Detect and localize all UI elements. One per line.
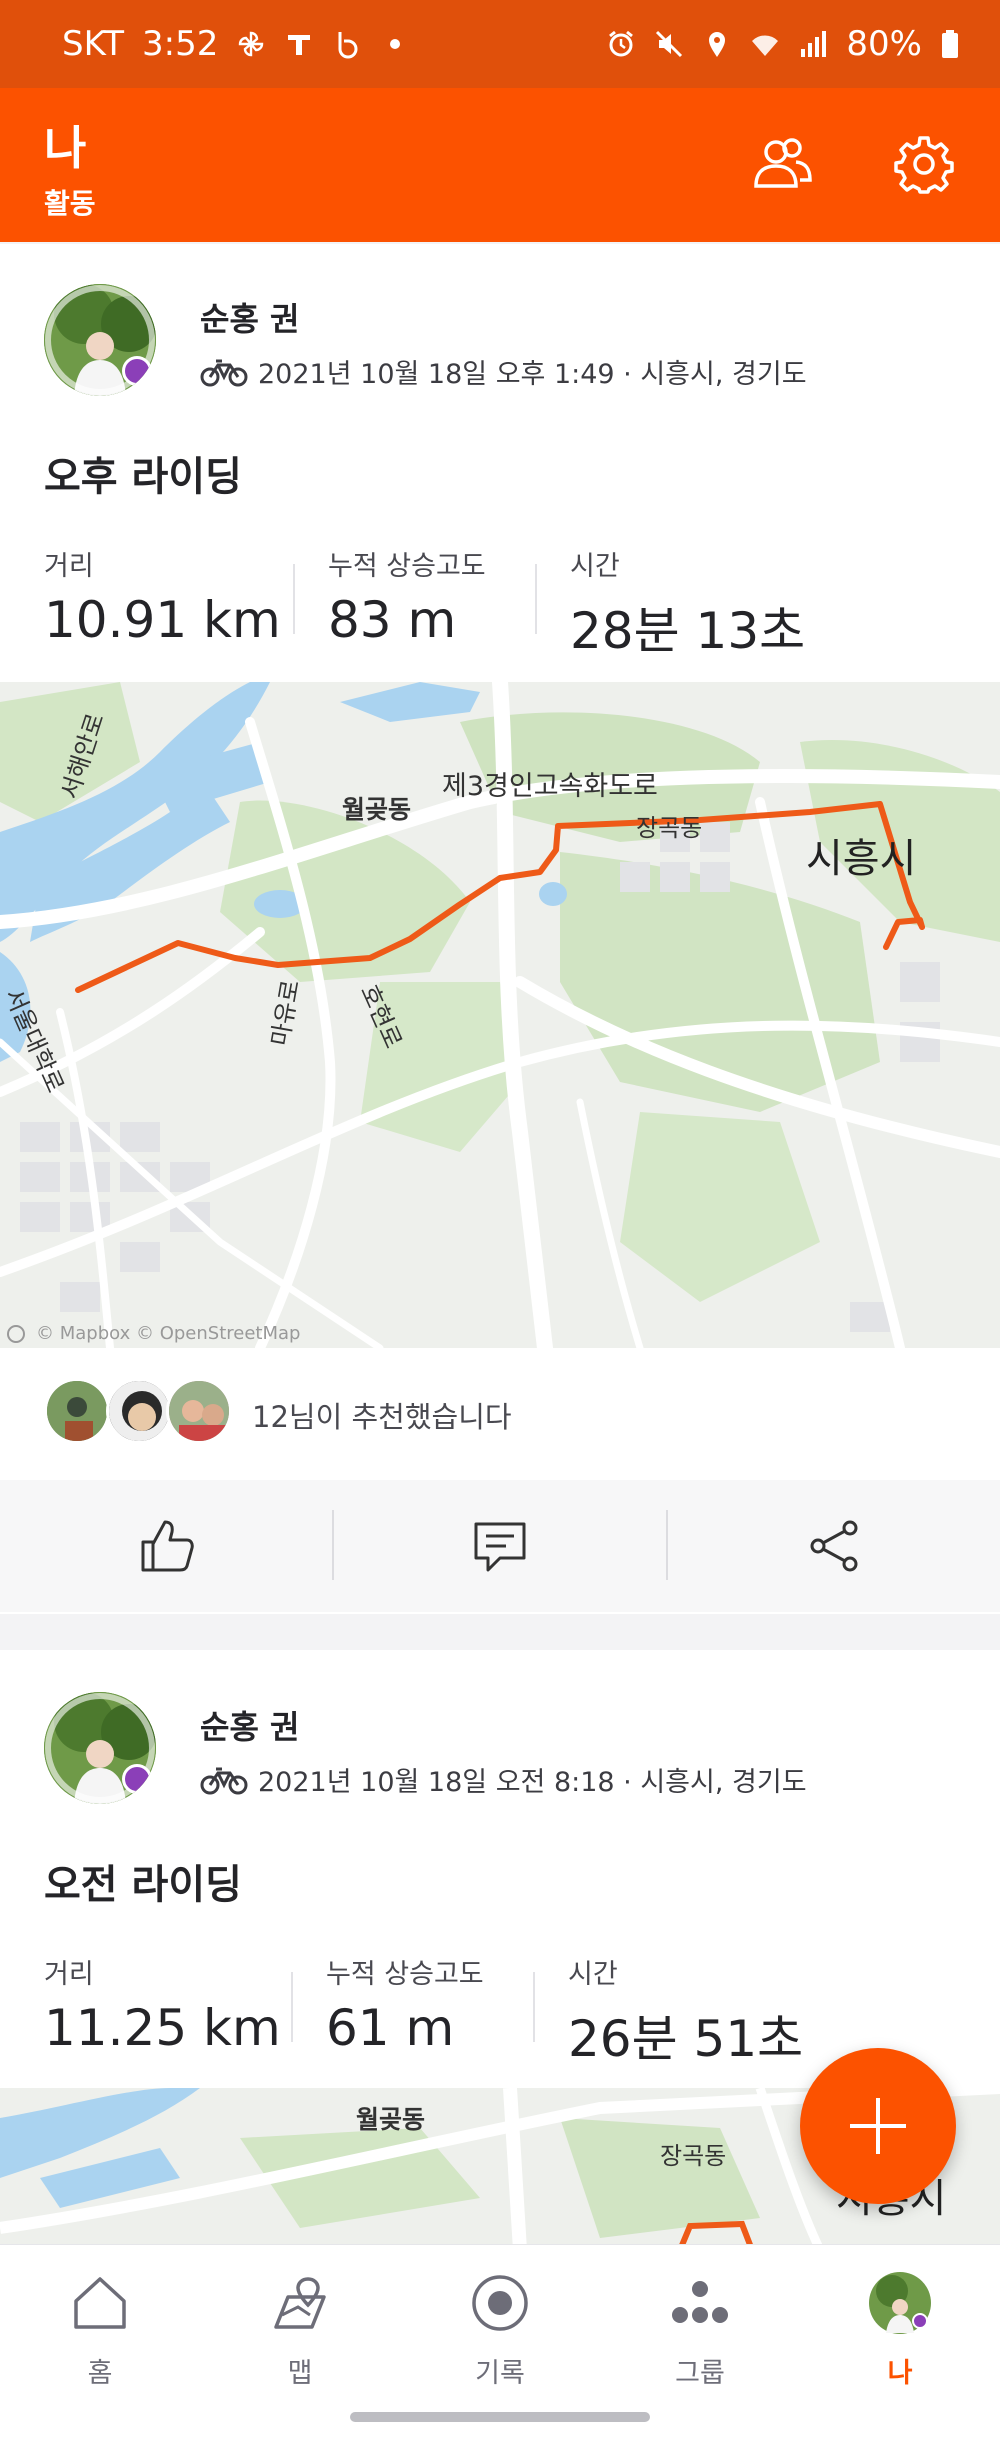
groups-icon [672,2281,728,2323]
mapbox-logo-icon [7,1324,25,1343]
map-label-district: 월곶동 [356,2105,426,2134]
location-icon [709,32,726,57]
gesture-home-bar[interactable] [350,2412,650,2422]
route-map[interactable]: 제3경인고속화도로 월곶동 장곡동 시흥시 서해안로 서울대학로 마유로 호현로… [0,682,1000,1348]
settings-button[interactable] [888,128,960,200]
kudos-count-text[interactable]: 12님이 추천했습니다 [252,1394,512,1436]
stat-value: 10.91 km [44,591,281,649]
nav-record[interactable]: 기록 [400,2271,600,2401]
nav-home[interactable]: 홈 [0,2271,200,2401]
nav-label: 맵 [287,2358,313,2389]
activity-title[interactable]: 오전 라이딩 [44,1852,242,1910]
nav-label: 홈 [87,2358,113,2389]
notification-dot-icon [390,39,401,49]
premium-badge-icon [122,1764,152,1794]
stat-label: 시간 [570,551,620,582]
kudos-row[interactable]: 12님이 추천했습니다 [0,1354,1000,1472]
athlete-name[interactable]: 순홍 권 [200,294,299,340]
map-label-district: 장곡동 [660,2142,727,2170]
nav-you[interactable]: 나 [800,2271,1000,2401]
share-button[interactable] [667,1480,1000,1612]
stat-value: 28분 13초 [570,602,806,660]
add-activity-button[interactable] [800,2048,956,2204]
stat-value: 61 m [326,1999,455,2057]
page-title: 나 [44,121,87,175]
stat-divider [291,1972,293,2042]
stat-label: 거리 [44,551,94,582]
stat-label: 누적 상승고도 [328,551,486,582]
battery-level: 80% [846,24,922,64]
app-header: 나 활동 [0,88,1000,242]
status-time: 3:52 [142,24,219,64]
plus-icon [850,2098,906,2154]
t-icon [288,35,311,55]
share-icon [810,1520,857,1572]
activity-meta: 2021년 10월 18일 오후 1:49 · 시흥시, 경기도 [200,352,807,391]
carrier-name: SKT [62,24,125,64]
activity-datetime-location: 2021년 10월 18일 오전 8:18 · 시흥시, 경기도 [258,1767,807,1798]
map-label-expressway: 제3경인고속화도로 [442,771,658,802]
activity-card[interactable]: 순홍 권 2021년 10월 18일 오후 1:49 · 시흥시, 경기도 오후… [0,244,1000,1614]
friends-icon [754,138,812,188]
comment-icon [474,1522,525,1572]
activity-actions [0,1480,1000,1612]
nav-groups[interactable]: 그룹 [600,2271,800,2401]
athlete-avatar[interactable] [44,1692,156,1804]
activity-datetime-location: 2021년 10월 18일 오후 1:49 · 시흥시, 경기도 [258,359,807,390]
pinwheel-icon [239,31,264,57]
stat-value: 26분 51초 [568,2010,804,2068]
page-subtitle-tab[interactable]: 활동 [44,182,96,222]
map-icon [274,2277,326,2329]
map-label-city: 시흥시 [806,836,917,882]
stat-label: 시간 [568,1959,618,1990]
map-label-district: 장곡동 [636,814,703,842]
stat-elevation: 누적 상승고도 61 m [326,1952,484,2057]
stat-divider [533,1972,535,2042]
activity-meta: 2021년 10월 18일 오전 8:18 · 시흥시, 경기도 [200,1760,807,1799]
home-icon [74,2277,126,2329]
nav-label: 기록 [475,2358,525,2389]
status-bar: SKT 3:52 80% [0,0,1000,88]
kudos-avatar [166,1378,232,1444]
stat-divider [535,564,537,634]
stat-distance: 거리 10.91 km [44,544,281,649]
b-icon [338,32,358,59]
stat-value: 83 m [328,591,457,649]
nav-maps[interactable]: 맵 [200,2271,400,2401]
map-attribution[interactable]: © Mapbox © OpenStreetMap [6,1323,300,1344]
kudos-avatar [44,1378,110,1444]
stat-label: 거리 [44,1959,94,1990]
map-attribution-text: © Mapbox © OpenStreetMap [36,1323,301,1344]
stat-elevation: 누적 상승고도 83 m [328,544,486,649]
map-label-district: 월곶동 [342,795,412,824]
premium-badge-icon [122,356,152,386]
bike-icon [200,359,248,386]
kudos-button[interactable] [0,1480,333,1612]
like-icon [141,1520,194,1572]
kudos-avatar [106,1378,172,1444]
nav-label: 나 [887,2358,913,2389]
mute-icon [656,30,683,58]
signal-icon [801,31,827,57]
profile-avatar-icon [869,2272,931,2334]
battery-icon [942,30,958,58]
stat-moving-time: 시간 26분 51초 [568,1952,803,2071]
stat-label: 누적 상승고도 [326,1959,484,1990]
athlete-name[interactable]: 순홍 권 [200,1702,299,1748]
stat-distance: 거리 11.25 km [44,1952,281,2057]
nav-label: 그룹 [675,2358,725,2389]
stat-value: 11.25 km [44,1999,281,2057]
athlete-avatar[interactable] [44,284,156,396]
comment-button[interactable] [333,1480,666,1612]
alarm-icon [609,30,634,57]
activity-title[interactable]: 오후 라이딩 [44,444,242,502]
settings-icon [894,136,954,194]
record-icon [472,2275,528,2331]
stat-moving-time: 시간 28분 13초 [570,544,805,663]
friends-button[interactable] [746,128,818,200]
stat-divider [293,564,295,634]
bike-icon [200,1767,248,1794]
wifi-icon [752,35,779,56]
